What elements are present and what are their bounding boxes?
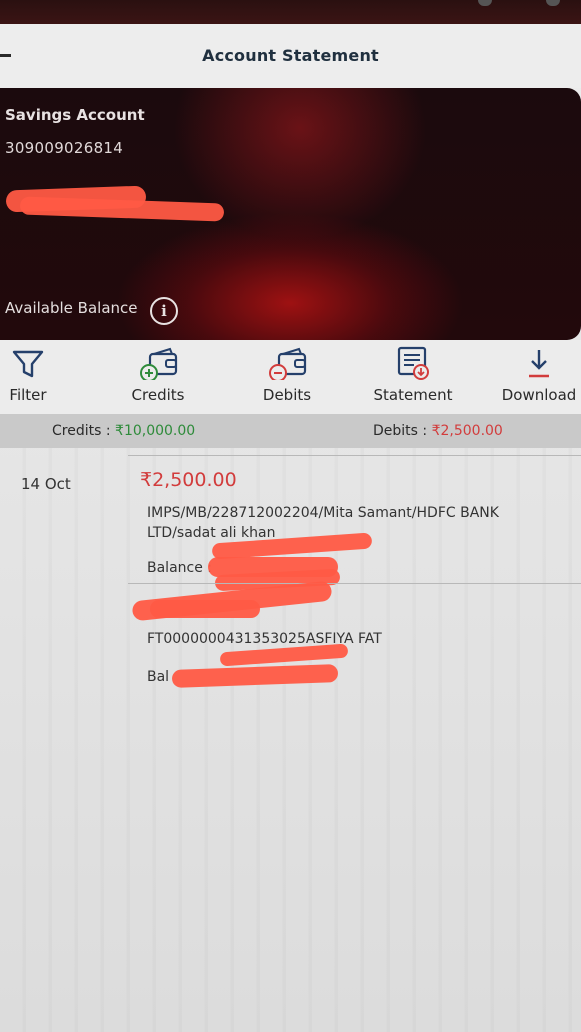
transaction-date: 14 Oct — [21, 475, 71, 493]
debits-summary-value: ₹2,500.00 — [431, 423, 503, 439]
transaction-balance-label: Balance : — [147, 560, 213, 576]
redaction-mark — [171, 664, 339, 688]
debits-summary-label: Debits : — [373, 423, 428, 439]
divider — [128, 455, 581, 456]
status-icon — [478, 0, 492, 6]
debits-summary: Debits : ₹2,500.00 — [373, 423, 503, 439]
status-icon — [546, 0, 560, 6]
credits-button[interactable]: Credits — [108, 340, 208, 414]
debits-button[interactable]: Debits — [237, 340, 337, 414]
redaction-mark — [150, 600, 260, 618]
download-icon — [529, 350, 549, 378]
action-bar: Filter Credits Debits Statement Download — [0, 340, 581, 414]
divider — [128, 583, 581, 584]
download-button[interactable]: Download — [489, 340, 581, 414]
download-label: Download — [501, 386, 577, 404]
filter-icon — [12, 350, 44, 378]
statement-label: Statement — [373, 386, 453, 404]
redaction-mark — [19, 196, 225, 222]
info-icon[interactable]: i — [150, 297, 178, 325]
credits-summary: Credits : ₹10,000.00 — [52, 423, 195, 439]
app-header: Account Statement — [0, 24, 581, 88]
debits-label: Debits — [262, 386, 312, 404]
transaction-description: FT0000000431353025ASFIYA FAT — [147, 631, 382, 647]
credits-summary-value: ₹10,000.00 — [115, 423, 196, 439]
transaction-balance-label: Bal — [147, 669, 170, 685]
wallet-plus-icon — [140, 347, 178, 380]
available-balance-label: Available Balance — [5, 299, 138, 317]
summary-bar: Credits : ₹10,000.00 Debits : ₹2,500.00 — [0, 414, 581, 448]
account-type: Savings Account — [5, 106, 145, 124]
filter-button[interactable]: Filter — [0, 340, 78, 414]
credits-label: Credits — [131, 386, 185, 404]
statement-button[interactable]: Statement — [363, 340, 463, 414]
account-number: 309009026814 — [5, 139, 124, 157]
page-title: Account Statement — [202, 46, 379, 65]
account-card: Savings Account 309009026814 Available B… — [0, 88, 581, 340]
wallet-minus-icon — [269, 347, 307, 380]
filter-label: Filter — [9, 386, 47, 404]
transaction-amount: ₹2,500.00 — [140, 469, 237, 491]
status-bar — [0, 0, 581, 24]
credits-summary-label: Credits : — [52, 423, 111, 439]
statement-icon — [397, 346, 429, 380]
